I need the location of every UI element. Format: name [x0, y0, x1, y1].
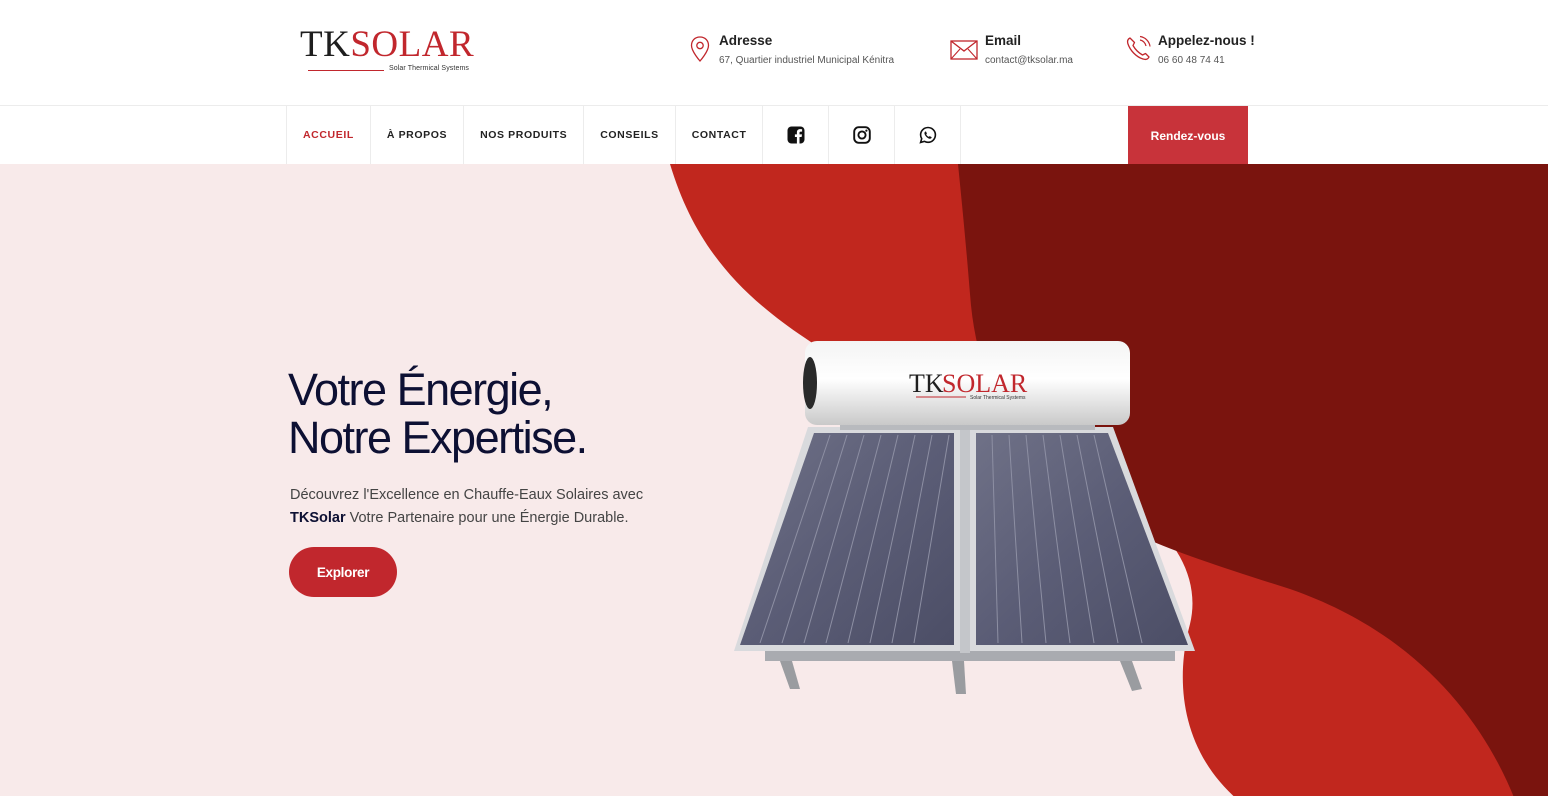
hero-subtitle: Découvrez l'Excellence en Chauffe-Eaux S…: [290, 484, 690, 530]
logo-tagline: Solar Thermical Systems: [389, 65, 469, 72]
hero-subtitle-part-1: Découvrez l'Excellence en Chauffe-Eaux S…: [290, 487, 644, 503]
email-title: Email: [985, 33, 1022, 48]
whatsapp-icon: [919, 126, 937, 144]
explore-button[interactable]: Explorer: [289, 547, 397, 597]
hero-bottom-border: [0, 796, 1548, 800]
contact-address: Adresse 67, Quartier industriel Municipa…: [686, 32, 926, 72]
hero-title: Votre Énergie, Notre Expertise.: [288, 364, 588, 463]
logo-tk: TK: [300, 24, 351, 65]
contact-phone[interactable]: Appelez-nous ! 06 60 48 74 41: [1124, 32, 1274, 72]
instagram-link[interactable]: [829, 106, 896, 164]
top-header: TKSOLAR Solar Thermical Systems Adresse …: [0, 0, 1548, 105]
phone-value[interactable]: 06 60 48 74 41: [1158, 55, 1225, 66]
hero-title-line-1: Votre Énergie,: [288, 364, 554, 415]
instagram-icon: [853, 126, 871, 144]
logo-wordmark: TKSOLAR: [300, 26, 490, 64]
nav-item-conseils[interactable]: CONSEILS: [584, 106, 676, 164]
address-title: Adresse: [719, 33, 773, 48]
hero-subtitle-brand: TKSolar: [290, 510, 346, 526]
logo-underline: [308, 70, 384, 71]
tank-brand-solar: SOLAR: [942, 369, 1028, 398]
nav-item-nos-produits[interactable]: NOS PRODUITS: [464, 106, 585, 164]
envelope-icon: [950, 40, 978, 60]
hero-subtitle-part-2: Votre Partenaire pour une Énergie Durabl…: [345, 510, 629, 526]
phone-icon: [1126, 35, 1151, 61]
nav-menu: ACCUEIL À PROPOS NOS PRODUITS CONSEILS C…: [286, 106, 962, 164]
location-pin-icon: [690, 36, 710, 62]
main-navigation: ACCUEIL À PROPOS NOS PRODUITS CONSEILS C…: [0, 105, 1548, 165]
nav-item-contact[interactable]: CONTACT: [676, 106, 764, 164]
nav-item-accueil[interactable]: ACCUEIL: [287, 106, 371, 164]
logo[interactable]: TKSOLAR Solar Thermical Systems: [300, 26, 490, 78]
logo-solar: SOLAR: [350, 24, 475, 65]
hero-section: Votre Énergie, Notre Expertise. Découvre…: [0, 164, 1548, 800]
nav-item-a-propos[interactable]: À PROPOS: [371, 106, 465, 164]
email-value[interactable]: contact@tksolar.ma: [985, 55, 1073, 66]
hero-title-line-2: Notre Expertise.: [288, 412, 588, 463]
tank-brand-tk: TK: [909, 369, 944, 398]
facebook-icon: [787, 126, 805, 144]
rendez-vous-button[interactable]: Rendez-vous: [1128, 106, 1248, 165]
solar-water-heater-image: TK SOLAR Solar Thermical Systems: [734, 341, 1195, 694]
contact-email[interactable]: Email contact@tksolar.ma: [949, 32, 1099, 72]
phone-title: Appelez-nous !: [1158, 33, 1255, 48]
facebook-link[interactable]: [763, 106, 830, 164]
whatsapp-link[interactable]: [895, 106, 962, 164]
tank-tagline: Solar Thermical Systems: [970, 395, 1026, 401]
address-value: 67, Quartier industriel Municipal Kénitr…: [719, 55, 895, 66]
